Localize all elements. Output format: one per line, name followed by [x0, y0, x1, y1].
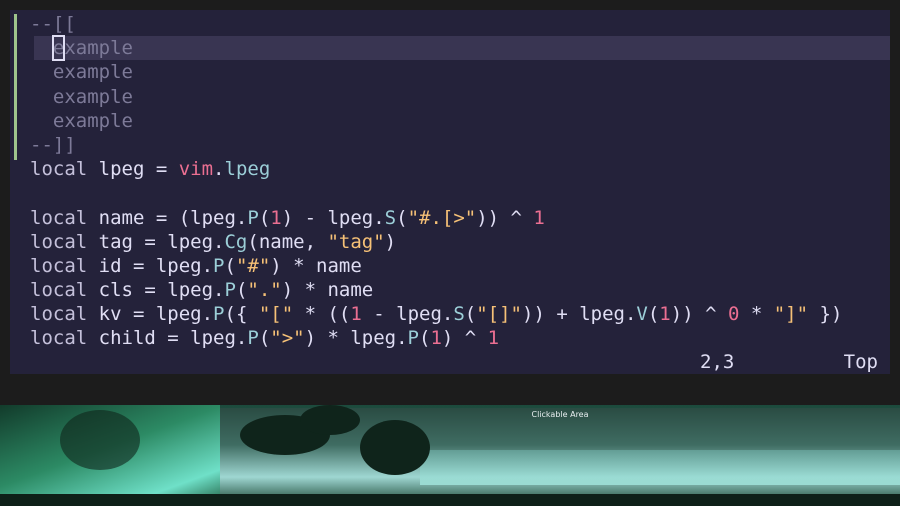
- code-token: local: [30, 303, 88, 326]
- code-token: * ((: [293, 303, 351, 326]
- code-token: example: [30, 109, 133, 132]
- code-token: P: [247, 327, 259, 350]
- code-token: local: [30, 327, 88, 350]
- code-token: name = (lpeg.: [87, 206, 248, 229]
- code-line[interactable]: example: [30, 109, 890, 133]
- code-token: local: [30, 230, 88, 253]
- code-token: Cg: [224, 230, 248, 253]
- code-token: 1: [659, 303, 671, 326]
- code-token: "]": [773, 303, 809, 326]
- code-line[interactable]: local cls = lpeg.P(".") * name: [30, 278, 890, 302]
- code-token: "#": [235, 254, 271, 277]
- code-token: (: [647, 303, 660, 326]
- code-token: ) * lpeg.: [304, 327, 408, 350]
- code-token: )) ^: [670, 303, 728, 326]
- code-token: )) + lpeg.: [522, 303, 637, 326]
- code-token: child = lpeg.: [87, 327, 248, 350]
- code-token: ) * name: [281, 279, 374, 302]
- code-token: )) ^: [476, 206, 534, 229]
- clickable-area-label: Clickable Area: [531, 410, 589, 419]
- code-line[interactable]: example: [30, 60, 890, 84]
- code-token: cls = lpeg.: [87, 279, 225, 302]
- code-token: P: [213, 254, 225, 277]
- statusline: 2,3 Top: [10, 350, 890, 374]
- code-token: *: [739, 303, 774, 326]
- code-token: "[": [258, 303, 294, 326]
- code-token: ) ^: [441, 327, 488, 350]
- code-token: 1: [430, 327, 442, 350]
- code-buffer[interactable]: --[[ example example example example --]]…: [30, 12, 890, 351]
- code-line[interactable]: local tag = lpeg.Cg(name, "tag"): [30, 230, 890, 254]
- code-token: local: [30, 158, 88, 181]
- code-token: (: [224, 254, 236, 277]
- code-token: 1: [533, 206, 545, 229]
- code-token: "#.[>": [407, 206, 477, 229]
- code-token: P: [247, 206, 259, 229]
- code-token: S: [384, 206, 397, 229]
- code-token: local: [30, 206, 88, 229]
- code-token: V: [636, 303, 648, 326]
- code-token: .: [213, 158, 225, 181]
- code-token: example: [30, 85, 133, 108]
- code-token: --]]: [30, 133, 76, 156]
- code-token: lpeg =: [87, 158, 179, 181]
- code-token: (: [258, 327, 271, 350]
- code-token: lpeg: [224, 158, 271, 181]
- code-token: (: [235, 279, 248, 302]
- code-line[interactable]: [30, 181, 890, 205]
- code-line[interactable]: --[[: [30, 12, 890, 36]
- wallpaper-ground: [0, 494, 900, 506]
- code-line[interactable]: local kv = lpeg.P({ "[" * ((1 - lpeg.S("…: [30, 302, 890, 326]
- code-line[interactable]: example: [30, 85, 890, 109]
- text-cursor: e: [51, 35, 66, 62]
- code-line[interactable]: --]]: [30, 133, 890, 157]
- code-line[interactable]: local id = lpeg.P("#") * name: [30, 254, 890, 278]
- code-token: (name,: [247, 230, 328, 253]
- code-line[interactable]: local child = lpeg.P(">") * lpeg.P(1) ^ …: [30, 326, 890, 350]
- code-token: "[]": [476, 303, 522, 326]
- code-token: (: [258, 206, 271, 229]
- code-token: 1: [487, 327, 500, 350]
- code-token: ) - lpeg.: [281, 206, 385, 229]
- code-token: ({: [224, 303, 259, 326]
- code-line[interactable]: local name = (lpeg.P(1) - lpeg.S("#.[>")…: [30, 206, 890, 230]
- code-token: 0: [727, 303, 740, 326]
- code-token: - lpeg.: [361, 303, 454, 326]
- current-code-line[interactable]: example: [34, 35, 890, 62]
- code-token: local: [30, 254, 88, 277]
- code-token: }): [808, 303, 843, 326]
- code-token: kv = lpeg.: [87, 303, 214, 326]
- code-token: S: [453, 303, 465, 326]
- code-token: ".": [247, 279, 282, 302]
- code-token: (: [464, 303, 477, 326]
- code-line[interactable]: local lpeg = vim.lpeg: [30, 157, 890, 181]
- code-token: ): [384, 230, 397, 253]
- code-token: tag = lpeg.: [87, 230, 225, 253]
- code-token: (: [396, 206, 408, 229]
- scroll-position: Top: [843, 351, 878, 373]
- wallpaper-water: [420, 450, 900, 485]
- code-token: 1: [350, 303, 362, 326]
- code-token: "tag": [327, 230, 385, 253]
- code-token: ) * name: [270, 254, 362, 277]
- code-token: P: [213, 303, 225, 326]
- cursor-position: 2,3: [700, 351, 735, 373]
- code-token: 1: [270, 206, 282, 229]
- vim-editor-window[interactable]: --[[ example example example example --]]…: [10, 10, 890, 374]
- code-token: xample: [64, 37, 133, 60]
- git-sign-gutter: [14, 14, 17, 160]
- tree-silhouette: [360, 420, 430, 475]
- code-token: vim: [178, 158, 214, 181]
- code-token: P: [224, 279, 236, 302]
- code-token: id = lpeg.: [87, 254, 214, 277]
- code-token: --[[: [30, 13, 76, 35]
- code-token: ">": [270, 327, 305, 350]
- code-token: local: [30, 279, 88, 302]
- code-token: example: [30, 61, 133, 84]
- code-token: (: [419, 327, 431, 350]
- code-token: P: [407, 327, 419, 350]
